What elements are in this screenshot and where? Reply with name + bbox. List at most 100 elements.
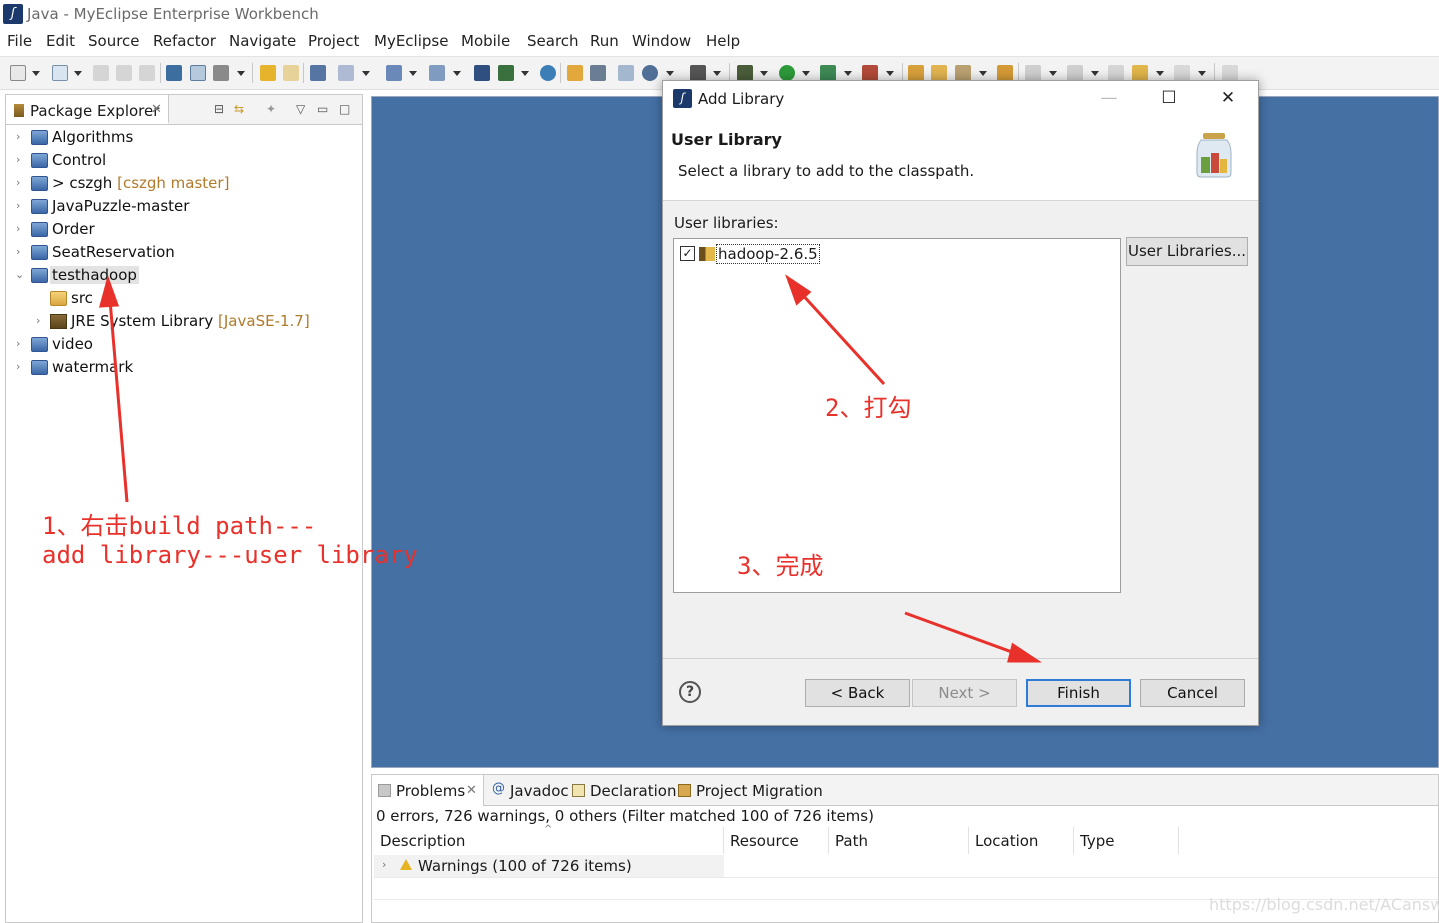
- chevron-right-icon[interactable]: ›: [382, 858, 386, 871]
- brush-dropdown-icon[interactable]: [979, 71, 987, 76]
- menu-navigate[interactable]: Navigate: [229, 32, 296, 50]
- export-icon[interactable]: [590, 65, 606, 81]
- bug-icon[interactable]: [737, 65, 753, 81]
- chevron-right-icon[interactable]: ›: [16, 176, 20, 189]
- tab-package-explorer[interactable]: Package Explorer ✕: [6, 95, 169, 124]
- column-header-path[interactable]: Path: [829, 827, 969, 854]
- new-dropdown-icon[interactable]: [32, 71, 40, 76]
- column-header-resource[interactable]: Resource: [724, 827, 829, 854]
- link-icon[interactable]: [283, 65, 299, 81]
- hammer-dropdown-icon[interactable]: [237, 71, 245, 76]
- menu-search[interactable]: Search: [527, 32, 579, 50]
- camera-icon[interactable]: [690, 65, 706, 81]
- save-all-icon[interactable]: [116, 65, 132, 81]
- new-icon[interactable]: [10, 65, 26, 81]
- run-dropdown-icon[interactable]: [802, 71, 810, 76]
- tree-item-video[interactable]: › video: [6, 334, 362, 356]
- back-icon[interactable]: [1132, 65, 1148, 81]
- new-project-icon[interactable]: [52, 65, 68, 81]
- search-icon[interactable]: [386, 65, 402, 81]
- menu-window[interactable]: Window: [632, 32, 691, 50]
- tree-item-control[interactable]: › Control: [6, 150, 362, 172]
- user-libraries-button[interactable]: User Libraries...: [1126, 237, 1248, 266]
- library-checkbox[interactable]: ✓: [680, 246, 695, 261]
- focus-icon[interactable]: ✦: [266, 102, 276, 116]
- tab-declaration[interactable]: Declaration: [566, 775, 676, 806]
- tree-item-src[interactable]: src: [6, 288, 362, 310]
- tree-item-testhadoop[interactable]: ⌄ testhadoop: [6, 265, 362, 287]
- menu-source[interactable]: Source: [88, 32, 140, 50]
- camera-dropdown-icon[interactable]: [713, 71, 721, 76]
- link-with-editor-icon[interactable]: ⇆: [234, 102, 244, 116]
- minimize-icon[interactable]: —: [1089, 85, 1129, 111]
- debug-config-icon[interactable]: [310, 65, 326, 81]
- pin-editor-icon[interactable]: [1222, 65, 1238, 81]
- chevron-right-icon[interactable]: ›: [16, 222, 20, 235]
- close-icon[interactable]: ✕: [466, 783, 477, 798]
- collapse-all-icon[interactable]: ⊟: [214, 102, 224, 116]
- column-header-type[interactable]: Type: [1074, 827, 1179, 854]
- back-button[interactable]: < Back: [805, 679, 910, 707]
- tree-item-seatreservation[interactable]: › SeatReservation: [6, 242, 362, 264]
- menu-help[interactable]: Help: [706, 32, 740, 50]
- prev-annotation-dropdown-icon[interactable]: [1091, 71, 1099, 76]
- help-icon[interactable]: ?: [679, 681, 701, 703]
- prev-annotation-icon[interactable]: [1067, 65, 1083, 81]
- package-icon[interactable]: [908, 65, 924, 81]
- open-resource-icon[interactable]: [997, 65, 1013, 81]
- menu-refactor[interactable]: Refactor: [153, 32, 216, 50]
- tree-item-jre-system-library[interactable]: › JRE System Library [JavaSE-1.7]: [6, 311, 362, 333]
- last-edit-icon[interactable]: [1108, 65, 1124, 81]
- view-menu-icon[interactable]: ▽: [296, 102, 305, 116]
- chevron-right-icon[interactable]: ›: [16, 245, 20, 258]
- layout-icon[interactable]: [474, 65, 490, 81]
- maximize-icon[interactable]: ☐: [1149, 85, 1189, 111]
- close-icon[interactable]: ✕: [1208, 85, 1248, 111]
- chevron-right-icon[interactable]: ›: [36, 314, 40, 327]
- chevron-down-icon[interactable]: ⌄: [15, 268, 24, 281]
- tab-project-migration[interactable]: Project Migration: [672, 775, 823, 806]
- tree-item-cszgh[interactable]: › > cszgh [cszgh master]: [6, 173, 362, 195]
- deploy-icon[interactable]: [166, 65, 182, 81]
- find-dropdown-icon[interactable]: [453, 71, 461, 76]
- bug-dropdown-icon[interactable]: [760, 71, 768, 76]
- tab-problems[interactable]: Problems ✕: [372, 775, 484, 806]
- chevron-right-icon[interactable]: ›: [16, 199, 20, 212]
- forward-icon[interactable]: [1174, 65, 1190, 81]
- run-external-icon[interactable]: [820, 65, 836, 81]
- menu-myeclipse[interactable]: MyEclipse: [374, 32, 448, 50]
- minimize-icon[interactable]: ▭: [317, 102, 328, 116]
- folder-icon[interactable]: [931, 65, 947, 81]
- open-type-dropdown-icon[interactable]: [362, 71, 370, 76]
- run-external-dropdown-icon[interactable]: [844, 71, 852, 76]
- menu-run[interactable]: Run: [590, 32, 619, 50]
- next-button[interactable]: Next >: [912, 679, 1017, 707]
- maximize-icon[interactable]: □: [339, 102, 350, 116]
- forward-dropdown-icon[interactable]: [1198, 71, 1206, 76]
- table-row[interactable]: › Warnings (100 of 726 items): [374, 855, 724, 877]
- cancel-button[interactable]: Cancel: [1140, 679, 1245, 707]
- find-icon[interactable]: [429, 65, 445, 81]
- globe-icon[interactable]: [540, 65, 556, 81]
- server-icon[interactable]: [190, 65, 206, 81]
- tab-javadoc[interactable]: @ Javadoc: [486, 775, 569, 806]
- connect-icon[interactable]: [642, 65, 658, 81]
- refresh-icon[interactable]: [260, 65, 276, 81]
- chevron-right-icon[interactable]: ›: [16, 337, 20, 350]
- tree-item-watermark[interactable]: › watermark: [6, 357, 362, 379]
- connect-dropdown-icon[interactable]: [666, 71, 674, 76]
- tree-item-algorithms[interactable]: › Algorithms: [6, 127, 362, 149]
- next-annotation-icon[interactable]: [1025, 65, 1041, 81]
- tomcat-icon[interactable]: [498, 65, 514, 81]
- open-type-icon[interactable]: [338, 65, 354, 81]
- chevron-right-icon[interactable]: ›: [16, 360, 20, 373]
- back-dropdown-icon[interactable]: [1156, 71, 1164, 76]
- wizard-icon[interactable]: [618, 65, 634, 81]
- save-icon[interactable]: [93, 65, 109, 81]
- menu-edit[interactable]: Edit: [46, 32, 75, 50]
- print-icon[interactable]: [139, 65, 155, 81]
- close-icon[interactable]: ✕: [151, 102, 162, 117]
- next-annotation-dropdown-icon[interactable]: [1049, 71, 1057, 76]
- tree-item-order[interactable]: › Order: [6, 219, 362, 241]
- menu-mobile[interactable]: Mobile: [461, 32, 510, 50]
